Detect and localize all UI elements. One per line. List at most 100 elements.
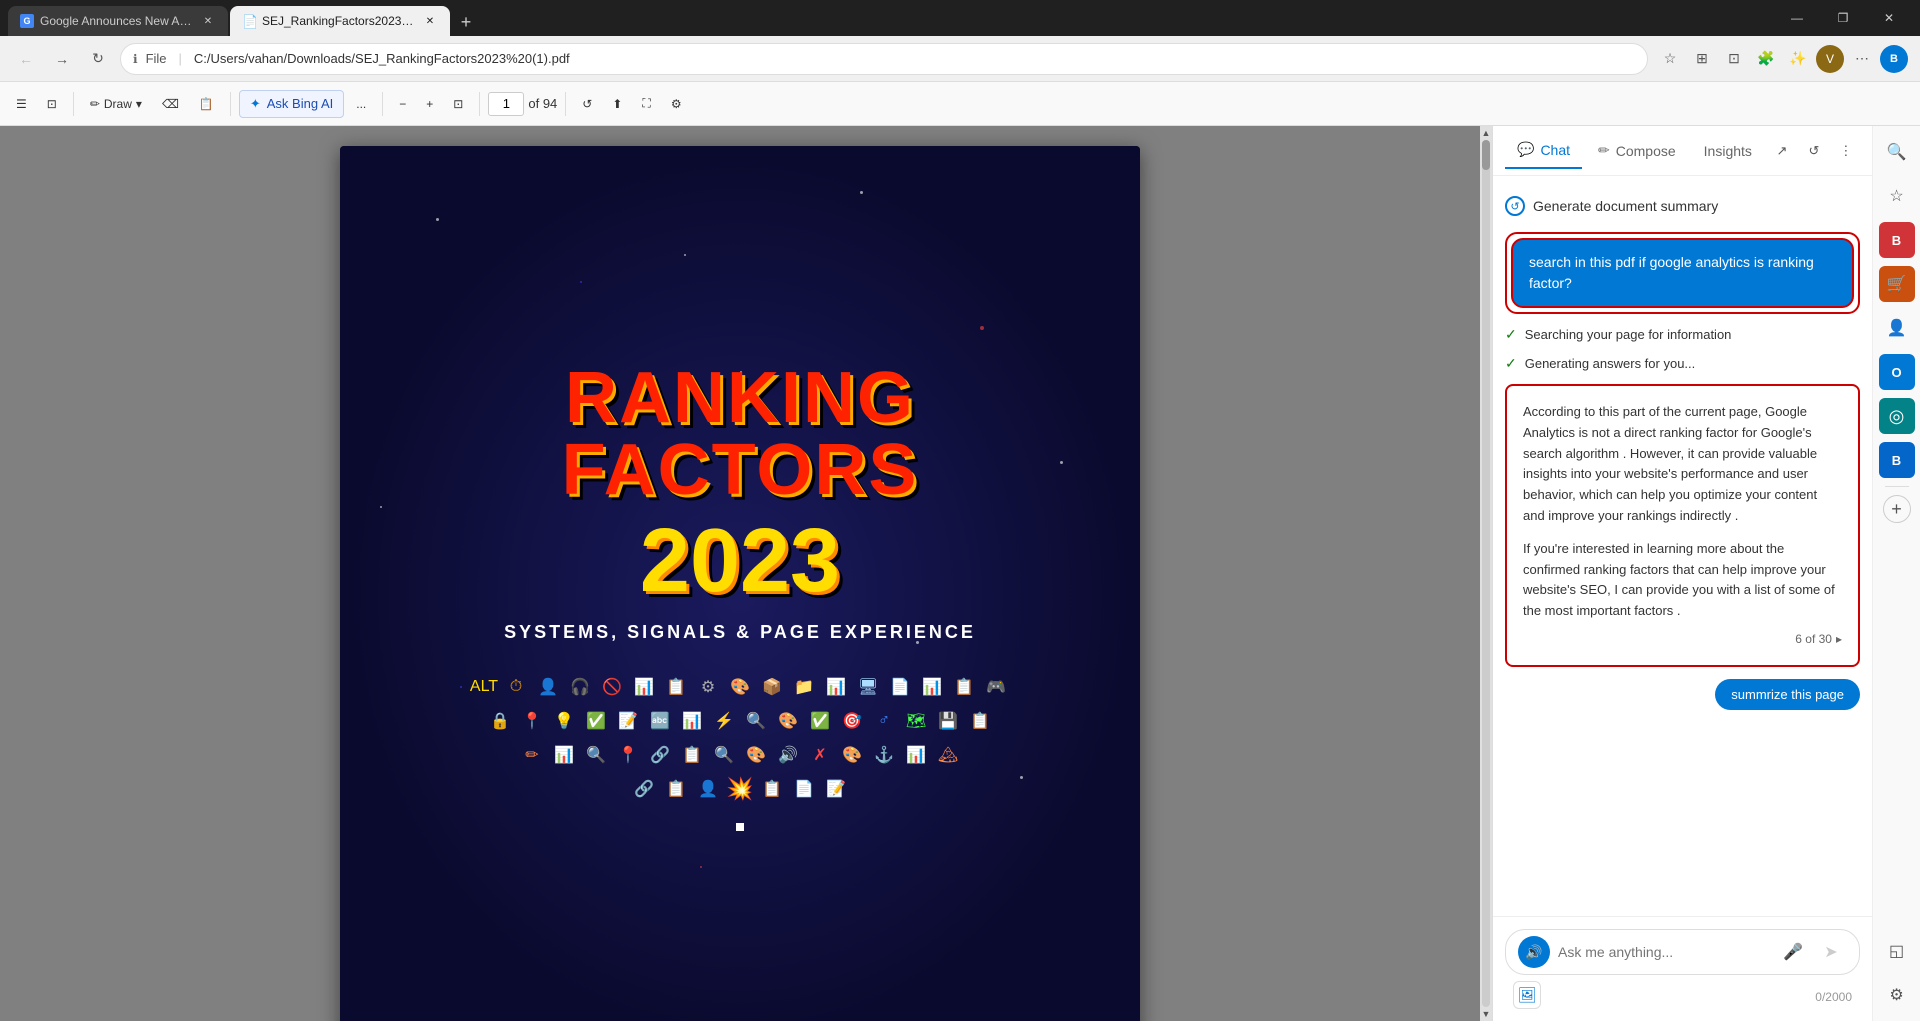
icon-mountain: 🏔 [934,741,962,769]
sidebar-resize-button[interactable]: ◱ [1879,933,1915,969]
scrollbar-up-button[interactable]: ▲ [1481,128,1491,138]
icon-chart: 📊 [630,673,658,701]
more-tools-button[interactable]: ... [348,90,374,118]
sidebar-office-button[interactable]: O [1879,354,1915,390]
main-area: RANKING FACTORS 2023 SYSTEMS, SIGNALS & … [0,126,1920,1021]
year-text: 2023 [360,516,1120,606]
draw-icon: ✏ [90,97,100,111]
chat-avatar: 🔊 [1518,936,1550,968]
icon-game: 🎮 [982,673,1010,701]
tab-close-1[interactable]: ✕ [200,13,216,29]
pdf-scrollbar[interactable]: ▲ ▼ [1480,126,1492,1021]
toolbar-separator-3 [382,92,383,116]
refresh-button[interactable]: ↻ [84,45,112,73]
chat-area[interactable]: ↺ Generate document summary search in th… [1493,176,1872,916]
icon-doc2: 📋 [758,775,786,803]
chat-tab[interactable]: 💬 Chat [1505,133,1582,169]
mic-button[interactable]: 🎤 [1779,938,1807,966]
split-view-button[interactable]: ⊡ [1720,45,1748,73]
forward-button[interactable]: → [48,45,76,73]
draw-chevron: ▾ [136,97,142,111]
tab-close-2[interactable]: ✕ [422,13,438,29]
scrollbar-thumb[interactable] [1482,140,1490,170]
sidebar-bottom: ◱ ⚙ [1879,933,1915,1013]
icon-check: ✅ [582,707,610,735]
response-footer: 6 of 30 ▸ [1523,630,1842,649]
fit-page-button[interactable]: ⊡ [445,90,471,118]
restore-button[interactable]: ❐ [1820,0,1866,36]
icon-target: 🎯 [838,707,866,735]
extensions-button[interactable]: 🧩 [1752,45,1780,73]
sidebar-favorites-button[interactable]: ☆ [1879,178,1915,214]
response-arrow: ▸ [1836,630,1842,649]
generate-summary-button[interactable]: ↺ Generate document summary [1505,192,1860,220]
sidebar-shopping-button[interactable]: 🛒 [1879,266,1915,302]
image-upload-button[interactable]: 🖼 [1513,981,1541,1009]
icons-row-1: ALT ⏱ 👤 🎧 🚫 📊 📋 ⚙ 🎨 📦 📁 📊 🖥 📄 📊 📋 [360,673,1120,701]
favorites-button[interactable]: ☆ [1656,45,1684,73]
icon-stats: 📊 [550,741,578,769]
open-in-sidebar-button[interactable]: ↗ [1768,137,1796,165]
sidebar-bing2-button[interactable]: B [1879,442,1915,478]
touch-tool-button[interactable]: ☰ [8,90,35,118]
compose-tab-label: Compose [1616,143,1676,159]
zoom-in-button[interactable]: + [418,90,441,118]
full-screen-button[interactable]: ⛶ [634,90,658,118]
sidebar-profile-button[interactable]: 👤 [1879,310,1915,346]
sidebar-edge-ai-button[interactable]: ◎ [1879,398,1915,434]
rotate-button[interactable]: ↺ [574,90,600,118]
back-button[interactable]: ← [12,45,40,73]
image-input-row: 🖼 0/2000 [1505,981,1860,1009]
ask-bing-button[interactable]: ✦ Ask Bing AI [239,90,344,118]
bing-button[interactable]: B [1880,45,1908,73]
char-count: 0/2000 [1815,986,1852,1004]
response-count: 6 of 30 [1795,630,1832,649]
profile-button[interactable]: V [1816,45,1844,73]
bing-chat-panel: 💬 Chat ✏ Compose Insights ↗ ↺ ⋮ ✕ ↺ Gene [1492,126,1872,1021]
icon-clock: ⏱ [502,673,530,701]
select-tool-button[interactable]: ⊡ [39,90,65,118]
insights-tab[interactable]: Insights [1692,133,1764,169]
chat-input[interactable] [1558,944,1771,960]
eraser-tool-button[interactable]: ⌫ [154,90,187,118]
generate-summary-label: Generate document summary [1533,198,1718,214]
icon-gear: ⚙ [694,673,722,701]
refresh-chat-button[interactable]: ↺ [1800,137,1828,165]
sticky-note-button[interactable]: 📋 [191,90,222,118]
close-button[interactable]: ✕ [1866,0,1912,36]
icon-bar: 📊 [678,707,706,735]
scrollbar-down-button[interactable]: ▼ [1481,1009,1491,1019]
send-button[interactable]: ➤ [1815,938,1847,966]
sidebar-settings-button[interactable]: ⚙ [1879,977,1915,1013]
address-bar[interactable]: ℹ File | C:/Users/vahan/Downloads/SEJ_Ra… [120,43,1648,75]
compose-tab[interactable]: ✏ Compose [1586,133,1688,169]
zoom-out-button[interactable]: − [391,90,414,118]
collections-button[interactable]: ⊞ [1688,45,1716,73]
draw-tool-button[interactable]: ✏ Draw ▾ [82,90,150,118]
file-icon: ℹ [133,52,138,66]
sidebar-add-button[interactable]: + [1883,495,1911,523]
settings-more-button[interactable]: ⋯ [1848,45,1876,73]
tab-inactive[interactable]: G Google Announces New AI Featu... ✕ [8,6,228,36]
sidebar-bing-button[interactable]: B [1879,222,1915,258]
more-options-button[interactable]: ⋮ [1832,137,1860,165]
pdf-viewer[interactable]: RANKING FACTORS 2023 SYSTEMS, SIGNALS & … [0,126,1480,1021]
page-number-input[interactable] [488,92,524,116]
tab-active[interactable]: 📄 SEJ_RankingFactors2023 (1).pdf ✕ [230,6,450,36]
status-text-2: Generating answers for you... [1525,356,1696,371]
scrollbar-track[interactable] [1482,140,1490,1007]
copilot-button[interactable]: ✨ [1784,45,1812,73]
sidebar-search-button[interactable]: 🔍 [1879,134,1915,170]
summarize-button[interactable]: summrize this page [1715,679,1860,710]
new-tab-button[interactable]: + [452,8,480,36]
export-button[interactable]: ⬆ [604,90,630,118]
icon-explosion: 💥 [726,775,754,803]
toolbar-separator-2 [230,92,231,116]
icon-monitor: 🖥 [854,673,882,701]
minimize-button[interactable]: — [1774,0,1820,36]
pdf-settings-button[interactable]: ⚙ [663,90,690,118]
pdf-page: RANKING FACTORS 2023 SYSTEMS, SIGNALS & … [340,146,1140,1021]
draw-label: Draw [104,97,132,111]
icon-user: 👤 [534,673,562,701]
bing-sparkle-icon: ✦ [250,96,261,112]
